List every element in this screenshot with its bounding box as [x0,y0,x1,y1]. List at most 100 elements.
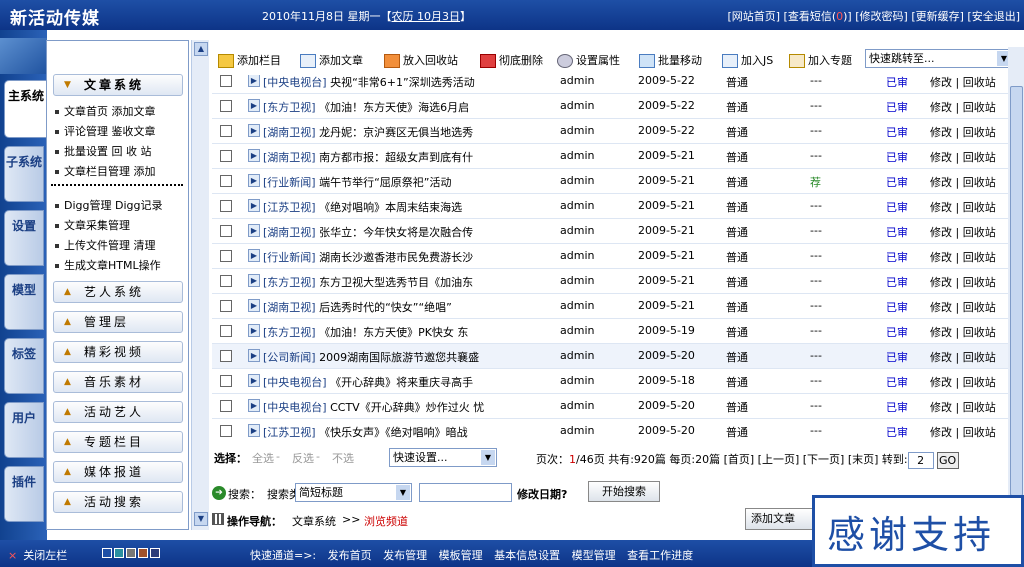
article-title-link[interactable]: [中央电视台] CCTV《开心辞典》炒作过火 忧 [263,399,484,415]
add-article-button[interactable]: 添加文章 [300,52,363,68]
scroll-down-icon[interactable]: ▼ [194,512,208,526]
row-checkbox[interactable] [220,300,232,312]
add-column-button[interactable]: 添加栏目 [218,52,281,68]
section-artist-system[interactable]: ▲ 艺人系统 [53,281,183,303]
close-left-panel-button[interactable]: × 关闭左栏 [8,547,67,563]
article-title-link[interactable]: [公司新闻] 2009湖南国际旅游节邀您共襄盛 [263,349,479,365]
menu-item-column-manage[interactable]: 文章栏目管理 添加 [55,163,156,179]
expand-arrow-icon[interactable]: ▶ [248,424,260,437]
quick-settings-select[interactable]: 快速设置... ▼ [389,448,497,467]
row-actions[interactable]: 修改 | 回收站 [930,199,996,215]
row-checkbox[interactable] [220,325,232,337]
expand-arrow-icon[interactable]: ▶ [248,199,260,212]
row-actions[interactable]: 修改 | 回收站 [930,249,996,265]
section-event-search[interactable]: ▲ 活动搜索 [53,491,183,513]
row-actions[interactable]: 修改 | 回收站 [930,149,996,165]
row-actions[interactable]: 修改 | 回收站 [930,299,996,315]
row-actions[interactable]: 修改 | 回收站 [930,75,996,90]
batch-move-button[interactable]: 批量移动 [639,52,702,68]
status-badge[interactable]: 已审 [886,374,908,390]
nav-browse-channel[interactable]: 浏览频道 [364,513,408,529]
row-actions[interactable]: 修改 | 回收站 [930,324,996,340]
site-home-link[interactable]: [网站首页] [727,10,780,23]
article-title-link[interactable]: [湖南卫视] 龙丹妮：京沪赛区无俱当地选秀 [263,124,473,140]
footer-link-template-manage[interactable]: 模板管理 [439,549,483,562]
row-checkbox[interactable] [220,425,232,437]
status-badge[interactable]: 已审 [886,199,908,215]
footer-link-publish-home[interactable]: 发布首页 [328,549,372,562]
status-badge[interactable]: 已审 [886,75,908,90]
article-title-link[interactable]: [中央电视台] 央视“非常6+1”深圳选秀活动 [263,75,475,90]
lunar-date-link[interactable]: 农历 10月3日 [392,10,461,23]
row-actions[interactable]: 修改 | 回收站 [930,124,996,140]
row-checkbox[interactable] [220,275,232,287]
row-checkbox[interactable] [220,200,232,212]
menu-item-article-home[interactable]: 文章首页 添加文章 [55,103,156,119]
go-button[interactable]: GO [936,451,959,469]
row-checkbox[interactable] [220,75,232,87]
section-article-system[interactable]: ▼ 文章系统 [53,74,183,96]
menu-item-collect[interactable]: 文章采集管理 [55,217,130,233]
search-type-select[interactable]: 简短标题 ▼ [295,483,412,502]
article-title-link[interactable]: [江苏卫视] 《绝对唱响》本周末结束海选 [263,199,462,215]
side-menu-scrollbar[interactable]: ▲ ▼ [191,40,209,530]
expand-arrow-icon[interactable]: ▶ [248,124,260,137]
menu-item-batch[interactable]: 批量设置 回 收 站 [55,143,152,159]
row-actions[interactable]: 修改 | 回收站 [930,374,996,390]
tab-sub-system[interactable]: 子系统 [4,146,44,202]
footer-link-work-progress[interactable]: 查看工作进度 [627,549,693,562]
article-title-link[interactable]: [东方卫视] 东方卫视大型选秀节目《加油东 [263,274,473,290]
article-title-link[interactable]: [湖南卫视] 后选秀时代的“快女”“绝唱” [263,299,452,315]
menu-item-upload[interactable]: 上传文件管理 清理 [55,237,156,253]
footer-link-model-manage[interactable]: 模型管理 [572,549,616,562]
row-actions[interactable]: 修改 | 回收站 [930,274,996,290]
expand-arrow-icon[interactable]: ▶ [248,349,260,362]
section-special-topics[interactable]: ▲ 专题栏目 [53,431,183,453]
article-title-link[interactable]: [中央电视台] 《开心辞典》将来重庆寻高手 [263,374,473,390]
add-js-button[interactable]: 加入JS [722,52,773,68]
section-music[interactable]: ▲ 音乐素材 [53,371,183,393]
row-actions[interactable]: 修改 | 回收站 [930,399,996,415]
article-title-link[interactable]: [东方卫视] 《加油！东方天使》海选6月启 [263,99,469,115]
status-badge[interactable]: 已审 [886,424,908,440]
delete-button[interactable]: 彻底删除 [480,52,543,68]
tab-settings[interactable]: 设置 [4,210,44,266]
scroll-up-icon[interactable]: ▲ [194,42,208,56]
theme-swatch-teal[interactable] [114,548,124,558]
article-title-link[interactable]: [湖南卫视] 张华立：今年快女将是次融合传 [263,224,473,240]
expand-arrow-icon[interactable]: ▶ [248,249,260,262]
menu-item-digg[interactable]: Digg管理 Digg记录 [55,197,162,213]
recycle-button[interactable]: 放入回收站 [384,52,458,68]
add-article-bottom-button[interactable]: 添加文章 [745,508,815,530]
row-actions[interactable]: 修改 | 回收站 [930,424,996,440]
row-checkbox[interactable] [220,350,232,362]
status-badge[interactable]: 已审 [886,324,908,340]
expand-arrow-icon[interactable]: ▶ [248,399,260,412]
status-badge[interactable]: 已审 [886,224,908,240]
row-actions[interactable]: 修改 | 回收站 [930,99,996,115]
expand-arrow-icon[interactable]: ▶ [248,374,260,387]
status-badge[interactable]: 已审 [886,299,908,315]
article-title-link[interactable]: [江苏卫视] 《快乐女声》《绝对唱响》暗战 [263,424,468,440]
status-badge[interactable]: 已审 [886,99,908,115]
article-title-link[interactable]: [东方卫视] 《加油！东方天使》PK快女 东 [263,324,468,340]
expand-arrow-icon[interactable]: ▶ [248,299,260,312]
goto-page-input[interactable]: 2 [907,451,934,469]
theme-swatch-brown[interactable] [138,548,148,558]
expand-arrow-icon[interactable]: ▶ [248,75,260,87]
row-checkbox[interactable] [220,400,232,412]
update-cache-link[interactable]: [更新缓存] [911,10,964,23]
status-badge[interactable]: 已审 [886,349,908,365]
section-videos[interactable]: ▲ 精彩视频 [53,341,183,363]
tab-plugins[interactable]: 插件 [4,466,44,522]
theme-swatch-blue[interactable] [102,548,112,558]
view-messages-link[interactable]: [查看短信(0)] [784,10,852,23]
select-none-link[interactable]: 不选 [332,450,354,466]
row-actions[interactable]: 修改 | 回收站 [930,224,996,240]
section-event-artists[interactable]: ▲ 活动艺人 [53,401,183,423]
list-scrollbar-thumb[interactable] [1010,86,1023,496]
footer-link-publish-manage[interactable]: 发布管理 [383,549,427,562]
status-badge[interactable]: 已审 [886,149,908,165]
set-attributes-button[interactable]: 设置属性 [557,52,620,68]
footer-link-basic-settings[interactable]: 基本信息设置 [494,549,560,562]
